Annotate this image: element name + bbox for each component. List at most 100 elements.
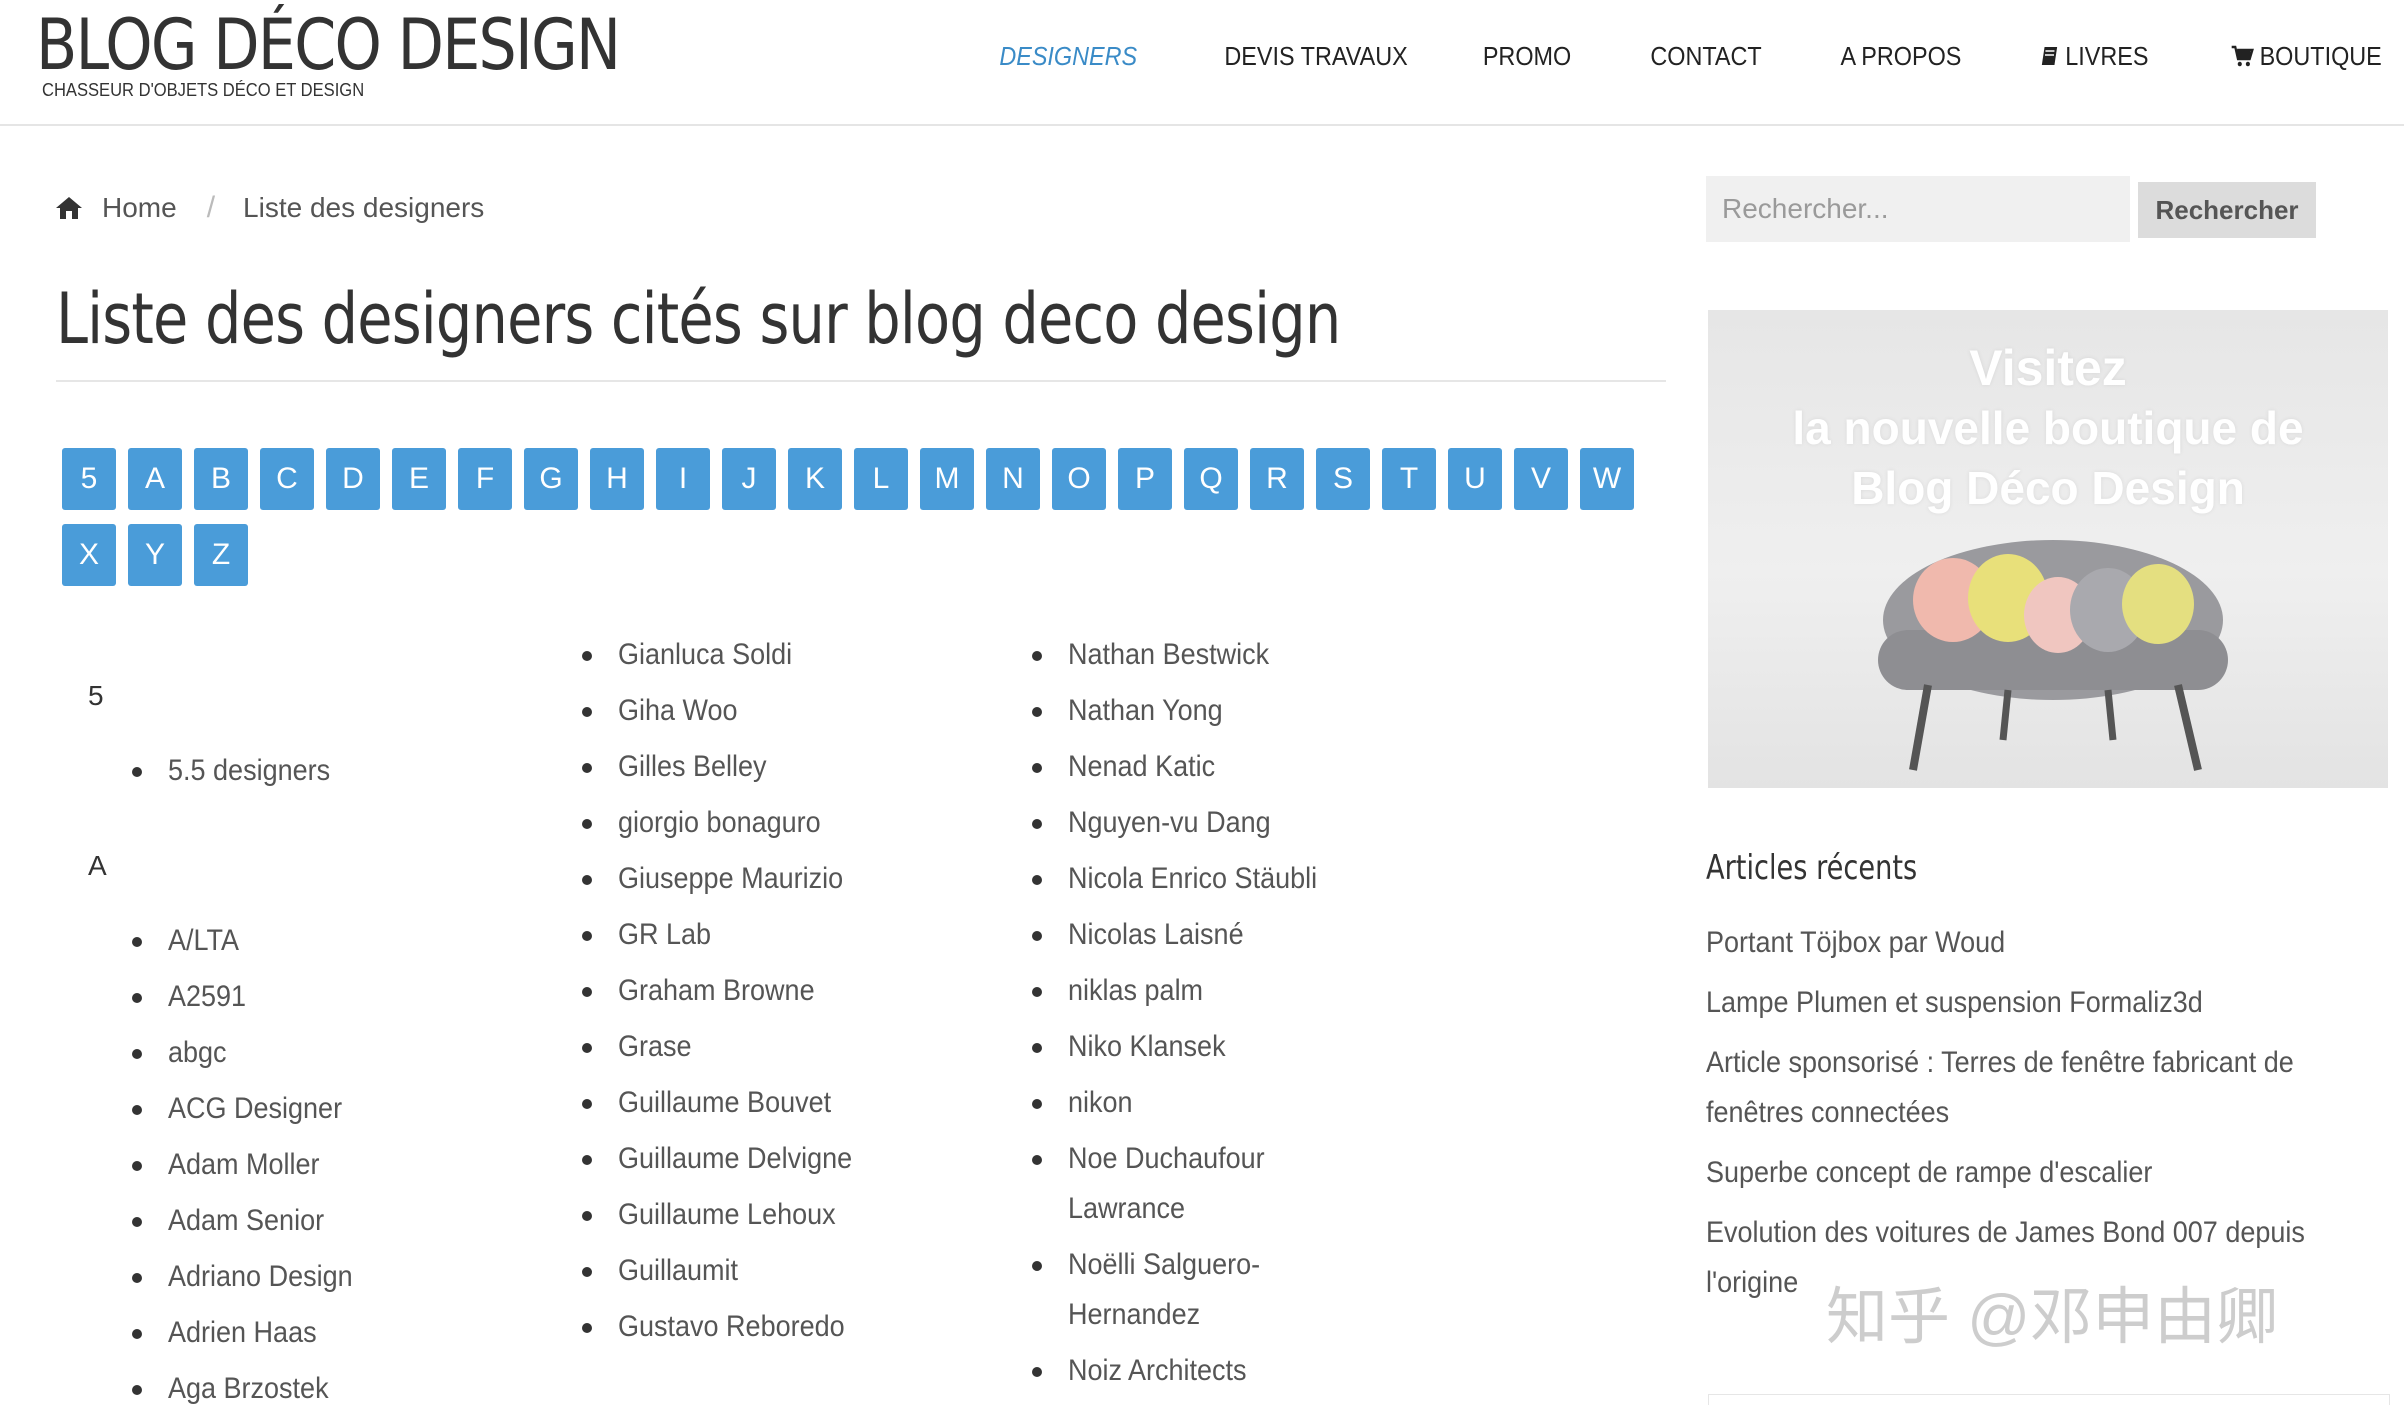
designer-item[interactable]: Nicolas Laisné	[1030, 910, 1450, 960]
designer-item[interactable]: ACG Designer	[130, 1084, 530, 1134]
nav-boutique-label: BOUTIQUE	[2259, 40, 2382, 71]
letter-button-g[interactable]: G	[524, 448, 578, 510]
boutique-promo-banner[interactable]: Visitez la nouvelle boutique de Blog Déc…	[1708, 310, 2388, 788]
letter-button-i[interactable]: I	[656, 448, 710, 510]
letter-button-w[interactable]: W	[1580, 448, 1634, 510]
designer-item[interactable]: Nicola Enrico Stäubli	[1030, 854, 1450, 904]
designer-item[interactable]: Nenad Katic	[1030, 742, 1450, 792]
designer-name: Adriano Design	[168, 1260, 353, 1293]
letter-button-x[interactable]: X	[62, 524, 116, 586]
letter-button-d[interactable]: D	[326, 448, 380, 510]
designer-name: Guillaume Lehoux	[618, 1198, 836, 1231]
designer-item[interactable]: Noëlli Salguero-Hernandez	[1030, 1240, 1450, 1340]
designer-name: Nathan Yong	[1068, 694, 1223, 727]
designer-item[interactable]: Aga Brzostek	[130, 1364, 530, 1414]
designer-item[interactable]: Giuseppe Maurizio	[580, 854, 1000, 904]
letter-button-b[interactable]: B	[194, 448, 248, 510]
letter-button-k[interactable]: K	[788, 448, 842, 510]
designer-item[interactable]: Guillaume Lehoux	[580, 1190, 1000, 1240]
designer-item[interactable]: nikon	[1030, 1078, 1450, 1128]
letter-button-l[interactable]: L	[854, 448, 908, 510]
designer-name: Gustavo Reboredo	[618, 1310, 845, 1343]
recent-article-link[interactable]: Lampe Plumen et suspension Formaliz3d	[1706, 978, 2390, 1028]
letter-button-m[interactable]: M	[920, 448, 974, 510]
designer-item[interactable]: Guillaume Delvigne	[580, 1134, 1000, 1184]
designer-item[interactable]: Guillaumit	[580, 1246, 1000, 1296]
designer-item[interactable]: Gilles Belley	[580, 742, 1000, 792]
site-logo-title[interactable]: BLOG DÉCO DESIGN	[36, 4, 621, 86]
designer-name: ACG Designer	[168, 1092, 343, 1125]
designer-item[interactable]: Nguyen-vu Dang	[1030, 798, 1450, 848]
letter-button-j[interactable]: J	[722, 448, 776, 510]
recent-article-link[interactable]: Portant Töjbox par Woud	[1706, 918, 2390, 968]
letter-button-v[interactable]: V	[1514, 448, 1568, 510]
letter-button-f[interactable]: F	[458, 448, 512, 510]
designer-item[interactable]: Guillaume Bouvet	[580, 1078, 1000, 1128]
designer-item[interactable]: abgc	[130, 1028, 530, 1078]
designer-item[interactable]: Graham Browne	[580, 966, 1000, 1016]
search-button[interactable]: Rechercher	[2138, 182, 2316, 238]
main-nav: DESIGNERS DEVIS TRAVAUX PROMO CONTACT A …	[918, 38, 2382, 74]
nav-a-propos[interactable]: A PROPOS	[1841, 38, 1962, 74]
letter-button-r[interactable]: R	[1250, 448, 1304, 510]
designer-item[interactable]: 5.5 designers	[130, 746, 530, 796]
letter-button-h[interactable]: H	[590, 448, 644, 510]
letter-button-y[interactable]: Y	[128, 524, 182, 586]
letter-button-a[interactable]: A	[128, 448, 182, 510]
letter-button-t[interactable]: T	[1382, 448, 1436, 510]
page-title: Liste des designers cités sur blog deco …	[56, 278, 1341, 360]
breadcrumb: Home / Liste des designers	[54, 188, 484, 228]
nav-livres-label: LIVRES	[2064, 40, 2149, 71]
breadcrumb-home[interactable]: Home	[102, 192, 177, 224]
designer-item[interactable]: Adam Senior	[130, 1196, 530, 1246]
designer-item[interactable]: Giha Woo	[580, 686, 1000, 736]
designer-list-g: Gianluca Soldi Giha Woo Gilles Belley giorg…	[580, 630, 1000, 1352]
nav-promo[interactable]: PROMO	[1483, 38, 1571, 74]
letter-button-5[interactable]: 5	[62, 448, 116, 510]
book-icon	[2041, 47, 2057, 65]
title-divider	[56, 380, 1666, 382]
designer-item[interactable]: niklas palm	[1030, 966, 1450, 1016]
recent-articles-heading: Articles récents	[1706, 848, 1918, 888]
designer-item[interactable]: Grase	[580, 1022, 1000, 1072]
letter-button-n[interactable]: N	[986, 448, 1040, 510]
designer-item[interactable]: Adam Moller	[130, 1140, 530, 1190]
designer-item[interactable]: Gianluca Soldi	[580, 630, 1000, 680]
letter-button-u[interactable]: U	[1448, 448, 1502, 510]
designer-item[interactable]: Gustavo Reboredo	[580, 1302, 1000, 1352]
designer-item[interactable]: Niko Klansek	[1030, 1022, 1450, 1072]
nav-designers[interactable]: DESIGNERS	[1000, 38, 1138, 74]
designer-name: niklas palm	[1068, 974, 1204, 1007]
designer-item[interactable]: A2591	[130, 972, 530, 1022]
letter-button-c[interactable]: C	[260, 448, 314, 510]
designer-item[interactable]: Nathan Yong	[1030, 686, 1450, 736]
designer-item[interactable]: giorgio bonaguro	[580, 798, 1000, 848]
letter-button-s[interactable]: S	[1316, 448, 1370, 510]
designer-column-2: Gianluca Soldi Giha Woo Gilles Belley giorg…	[580, 630, 1000, 1358]
recent-articles-list: Portant Töjbox par Woud Lampe Plumen et s…	[1706, 918, 2386, 1318]
nav-boutique[interactable]: BOUTIQUE	[2231, 38, 2382, 74]
search-input[interactable]	[1706, 176, 2130, 242]
designer-item[interactable]: Adriano Design	[130, 1252, 530, 1302]
nav-livres[interactable]: LIVRES	[2040, 38, 2148, 74]
designer-list-n: Nathan Bestwick Nathan Yong Nenad Katic Ngu…	[1030, 630, 1450, 1396]
letter-button-e[interactable]: E	[392, 448, 446, 510]
designer-name: Adrien Haas	[168, 1316, 317, 1349]
letter-button-q[interactable]: Q	[1184, 448, 1238, 510]
designer-item[interactable]: Noiz Architects	[1030, 1346, 1450, 1396]
designer-item[interactable]: Noe Duchaufour Lawrance	[1030, 1134, 1450, 1234]
letter-button-o[interactable]: O	[1052, 448, 1106, 510]
designer-item[interactable]: Adrien Haas	[130, 1308, 530, 1358]
nav-contact[interactable]: CONTACT	[1650, 38, 1761, 74]
designer-list-5: 5.5 designers	[130, 746, 530, 802]
section-heading-5: 5	[88, 680, 104, 711]
letter-button-z[interactable]: Z	[194, 524, 248, 586]
letter-button-p[interactable]: P	[1118, 448, 1172, 510]
designer-item[interactable]: GR Lab	[580, 910, 1000, 960]
designer-item[interactable]: Nathan Bestwick	[1030, 630, 1450, 680]
recent-article-link[interactable]: Superbe concept de rampe d'escalier	[1706, 1148, 2390, 1198]
designer-item[interactable]: A/LTA	[130, 916, 530, 966]
designer-name: Noëlli Salguero-Hernandez	[1068, 1248, 1261, 1331]
recent-article-link[interactable]: Article sponsorisé : Terres de fenêtre f…	[1706, 1038, 2390, 1138]
nav-devis-travaux[interactable]: DEVIS TRAVAUX	[1224, 38, 1407, 74]
